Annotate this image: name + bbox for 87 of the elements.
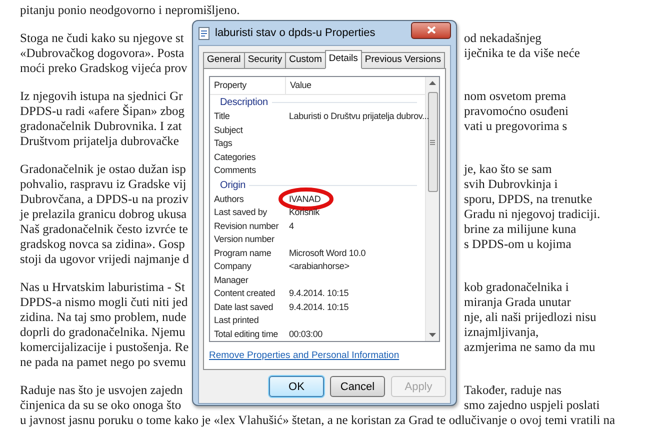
- property-value: <arabianhorse>: [289, 261, 350, 271]
- text-line: je, kao što se sam: [464, 162, 552, 176]
- tab[interactable]: Details: [324, 50, 362, 69]
- text-line: stoji da ugovor vrijedi najmanje d: [20, 252, 190, 266]
- property-value: Korisnik: [289, 207, 320, 217]
- property-value: Laburisti o Društvu prijatelja dubrov...: [289, 111, 429, 121]
- property-name: Manager: [213, 274, 250, 287]
- text-line: je prelazila granicu dobrog ukusa: [20, 207, 187, 222]
- down-arrow-icon[interactable]: [429, 333, 436, 337]
- text-line: sporu, DPDS, na trenutke: [464, 192, 592, 206]
- tab[interactable]: General: [203, 52, 245, 69]
- property-name: Company: [213, 260, 252, 273]
- text-line: Nas u Hrvatskim laburistima - St: [20, 280, 185, 294]
- property-name: Categories: [213, 150, 257, 164]
- scrollbar-thumb[interactable]: [428, 92, 438, 192]
- text-line: nom osvetom prema: [464, 89, 566, 104]
- dialog-button[interactable]: OK: [269, 376, 324, 398]
- text-line: nje, ali naši prijedlozi nisu: [464, 310, 596, 324]
- text-line: smo zajedno uspjeli poslati: [464, 398, 600, 412]
- text-line: doprli do gradonačelnika. Njemu: [20, 325, 186, 340]
- text-line: ne pada na pamet nego po svemu: [20, 355, 186, 370]
- text-line: vati u pregovorima s: [464, 119, 568, 134]
- text-line: Dubrovčana, a DPDS-u na proziv: [20, 192, 188, 206]
- text-line: pohvalio, raspravu iz Gradske vij: [20, 177, 186, 192]
- property-name: Subject: [213, 124, 244, 137]
- text-line: Iz njegovih istupa na sjednici Gr: [20, 89, 183, 104]
- text-line: činjenica da su se oko onoga što: [20, 398, 182, 412]
- group-heading: Origin: [220, 178, 246, 192]
- text-line: brine za milijune kuna: [464, 222, 576, 236]
- text-line: pravomoćno osuđeni: [464, 104, 568, 118]
- tab[interactable]: Previous Versions: [360, 52, 445, 69]
- text-line: kob gradonačelnika i: [464, 280, 569, 294]
- property-value: 9.4.2014. 10:15: [289, 288, 349, 298]
- text-line: od nekadašnjeg: [464, 31, 542, 46]
- property-name: Tags: [213, 137, 234, 150]
- property-value: 4: [289, 220, 294, 230]
- tab[interactable]: Custom: [285, 52, 326, 69]
- property-name: Last saved by: [213, 206, 268, 219]
- text-line: azmjerima ne samo da mu: [464, 340, 596, 354]
- dialog-button[interactable]: Cancel: [330, 376, 385, 398]
- property-name: Version number: [213, 233, 276, 246]
- text-line: Stoga ne čudi kako su njegove st: [20, 31, 184, 46]
- text-line: Raduje nas što je usvojen zajedn: [20, 383, 183, 398]
- text-line: Gradu ni njegovoj tradiciji.: [464, 207, 600, 222]
- text-line: svih Dubrovkinja i: [464, 177, 558, 192]
- text-line: iznajmljivanja,: [464, 325, 539, 340]
- text-line: gradonačelnik Dubrovnika. I zat: [20, 119, 182, 134]
- property-name: Date last saved: [213, 300, 274, 314]
- tab[interactable]: Security: [244, 52, 286, 69]
- property-name: Content created: [213, 287, 276, 300]
- text-line: miranja Grada unutar: [464, 295, 571, 310]
- property-name: Comments: [213, 164, 257, 177]
- text-line: pitanju ponio neodgovorno i nepromišljeno.: [20, 2, 240, 20]
- text-line: iječnika te da više neće: [464, 46, 580, 60]
- up-arrow-icon[interactable]: [429, 81, 436, 85]
- text-line: Naš gradonačelnik često izvrće te: [20, 222, 188, 236]
- close-icon: [426, 26, 436, 34]
- document-icon: [198, 26, 210, 40]
- property-name: Total editing time: [213, 328, 279, 341]
- text-line: «Dubrovačkog dogovora». Posta: [20, 46, 184, 60]
- group-heading: Description: [220, 96, 268, 110]
- remove-properties-link[interactable]: Remove Properties and Personal Information: [209, 349, 440, 364]
- property-value: IVANAD: [289, 194, 321, 204]
- text-line: Također, raduje nas: [464, 383, 562, 398]
- text-line: moći preko Gradskog vijeća prov: [20, 61, 188, 76]
- column-header[interactable]: Value: [286, 78, 312, 92]
- text-line: DPDS-u radi «afere Šipan» zbog: [20, 104, 185, 118]
- text-line: Društvom prijatelja dubrovačke: [20, 134, 179, 148]
- property-value: 00:03:00: [289, 328, 322, 338]
- text-line: komercijalizacije i pustošenja. Re: [20, 340, 189, 354]
- property-name: Revision number: [213, 220, 280, 232]
- text-line: s DPDS-om u kojima: [464, 237, 572, 252]
- column-header[interactable]: Property: [210, 77, 286, 94]
- property-name: Last printed: [213, 314, 260, 327]
- property-name: Authors: [213, 192, 245, 206]
- property-name: Title: [213, 110, 231, 123]
- text-line: gradskog novca sa zidina». Gosp: [20, 237, 185, 252]
- text-line: zidina. Na taj smo problem, nude: [20, 310, 186, 324]
- window-title: laburisti stav o dpds-u Properties: [215, 26, 376, 41]
- grip-icon: [430, 140, 435, 144]
- property-name: Program name: [213, 246, 272, 260]
- close-button[interactable]: [411, 22, 451, 38]
- text-line: Gradonačelnik je ostao dužan isp: [20, 162, 186, 176]
- text-line: u javnost jasnu poruku o tome kako je «lex Vlahušić» štetan, a ne koristan za Grad te odlučivanje o ovoj temi vratili na: [20, 412, 616, 430]
- text-line: DPDS-a nismo mogli čuti niti jed: [20, 295, 188, 310]
- property-value: 9.4.2014. 10:15: [289, 302, 349, 312]
- property-value: Microsoft Word 10.0: [289, 248, 366, 258]
